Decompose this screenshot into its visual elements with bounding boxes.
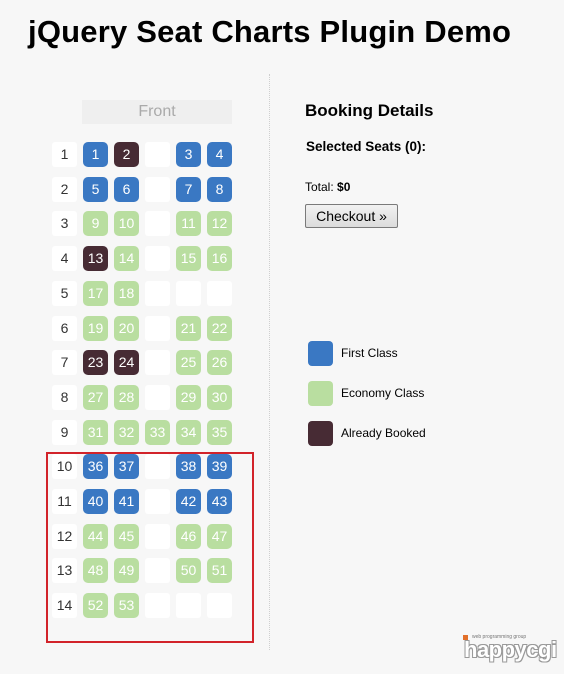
row-label: 8 xyxy=(52,385,77,410)
seat-economy[interactable]: 15 xyxy=(176,246,201,271)
seat-booked: 23 xyxy=(83,350,108,375)
seat-empty xyxy=(145,211,170,236)
legend-label-first: First Class xyxy=(341,346,398,360)
row-label: 2 xyxy=(52,177,77,202)
seat-empty xyxy=(145,142,170,167)
total-value: $0 xyxy=(337,180,351,194)
seat-economy[interactable]: 31 xyxy=(83,420,108,445)
row-label: 1 xyxy=(52,142,77,167)
row-label: 3 xyxy=(52,211,77,236)
seat-empty xyxy=(145,246,170,271)
row-label: 9 xyxy=(52,420,77,445)
total-text: Total: $0 xyxy=(305,180,350,194)
row-label: 7 xyxy=(52,350,77,375)
seat-economy[interactable]: 35 xyxy=(207,420,232,445)
seat-empty xyxy=(145,316,170,341)
seat-economy[interactable]: 26 xyxy=(207,350,232,375)
happycgi-logo: web programming group happycgi xyxy=(463,634,557,664)
row-label: 4 xyxy=(52,246,77,271)
total-label: Total: xyxy=(305,180,338,194)
seat-empty xyxy=(207,281,232,306)
logo-wordmark: happycgi xyxy=(464,637,557,662)
seat-first-class[interactable]: 7 xyxy=(176,177,201,202)
seat-empty xyxy=(176,281,201,306)
seat-first-class[interactable]: 1 xyxy=(83,142,108,167)
seat-empty xyxy=(145,177,170,202)
seat-empty xyxy=(145,350,170,375)
seat-economy[interactable]: 11 xyxy=(176,211,201,236)
seat-economy[interactable]: 17 xyxy=(83,281,108,306)
page-title: jQuery Seat Charts Plugin Demo xyxy=(28,14,512,49)
seat-booked: 13 xyxy=(83,246,108,271)
seat-empty xyxy=(145,385,170,410)
legend-swatch-booked xyxy=(308,421,333,446)
legend-swatch-economy xyxy=(308,381,333,406)
seat-booked: 24 xyxy=(114,350,139,375)
legend-label-booked: Already Booked xyxy=(341,426,426,440)
seat-economy[interactable]: 12 xyxy=(207,211,232,236)
seat-economy[interactable]: 25 xyxy=(176,350,201,375)
seat-economy[interactable]: 14 xyxy=(114,246,139,271)
checkout-button[interactable]: Checkout » xyxy=(305,204,398,228)
seat-economy[interactable]: 29 xyxy=(176,385,201,410)
seat-economy[interactable]: 22 xyxy=(207,316,232,341)
booking-details-title: Booking Details xyxy=(305,101,434,120)
selected-seats-label: Selected Seats (0): xyxy=(306,139,427,154)
seat-economy[interactable]: 27 xyxy=(83,385,108,410)
seat-first-class[interactable]: 3 xyxy=(176,142,201,167)
divider xyxy=(269,74,270,650)
seat-economy[interactable]: 30 xyxy=(207,385,232,410)
seat-economy[interactable]: 34 xyxy=(176,420,201,445)
seat-economy[interactable]: 16 xyxy=(207,246,232,271)
seat-empty xyxy=(145,281,170,306)
seat-first-class[interactable]: 5 xyxy=(83,177,108,202)
front-label: Front xyxy=(82,100,232,124)
row-label: 6 xyxy=(52,316,77,341)
legend-label-economy: Economy Class xyxy=(341,386,425,400)
seat-economy[interactable]: 33 xyxy=(145,420,170,445)
seat-booked: 2 xyxy=(114,142,139,167)
legend-swatch-first xyxy=(308,341,333,366)
row-label: 5 xyxy=(52,281,77,306)
seat-economy[interactable]: 18 xyxy=(114,281,139,306)
seat-economy[interactable]: 10 xyxy=(114,211,139,236)
seat-economy[interactable]: 21 xyxy=(176,316,201,341)
seat-economy[interactable]: 28 xyxy=(114,385,139,410)
seat-economy[interactable]: 9 xyxy=(83,211,108,236)
seat-first-class[interactable]: 4 xyxy=(207,142,232,167)
seat-economy[interactable]: 20 xyxy=(114,316,139,341)
seat-first-class[interactable]: 8 xyxy=(207,177,232,202)
seat-economy[interactable]: 19 xyxy=(83,316,108,341)
highlight-box xyxy=(46,452,254,643)
seat-first-class[interactable]: 6 xyxy=(114,177,139,202)
seat-economy[interactable]: 32 xyxy=(114,420,139,445)
